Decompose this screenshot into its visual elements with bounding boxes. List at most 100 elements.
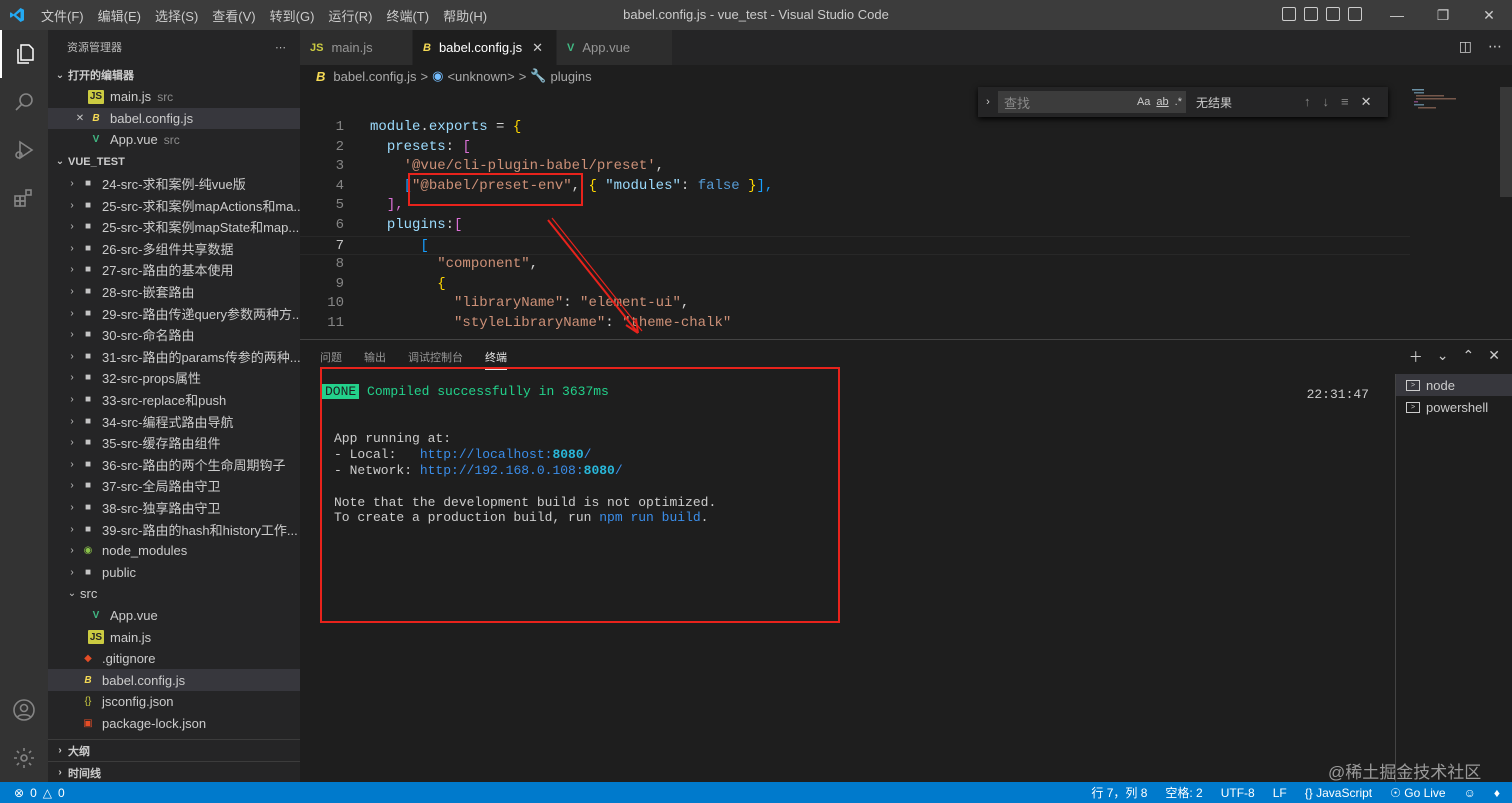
folder-item[interactable]: › ■ 34-src-编程式路由导航 (48, 410, 300, 432)
menu-edit[interactable]: 编辑(E) (91, 6, 148, 25)
folder-name: 25-src-求和案例mapState和map... (102, 220, 300, 236)
folder-item[interactable]: › ■ 33-src-replace和push (48, 389, 300, 411)
breadcrumb-property[interactable]: plugins (550, 69, 591, 84)
folder-item[interactable]: › ■ 25-src-求和案例mapActions和ma... (48, 194, 300, 216)
folder-item[interactable]: › ■ 25-src-求和案例mapState和map... (48, 216, 300, 238)
terminal-item-powershell[interactable]: > powershell (1396, 396, 1512, 418)
folder-icon: ■ (84, 199, 92, 211)
end-of-line[interactable]: LF (1273, 786, 1287, 800)
folder-src[interactable]: ⌄ src (48, 583, 300, 605)
new-terminal-icon[interactable]: ＋ (1409, 347, 1423, 367)
file-item[interactable]: ▣ package-lock.json (48, 713, 300, 735)
find-in-selection-icon[interactable]: ≡ (1341, 94, 1349, 110)
match-case-icon[interactable]: Aa (1137, 96, 1150, 108)
cursor-position[interactable]: 行 7，列 8 (1091, 784, 1147, 801)
close-tab-icon[interactable]: ✕ (532, 40, 543, 56)
toggle-replace-icon[interactable]: › (978, 96, 998, 108)
arrow-up-icon[interactable]: ↑ (1304, 94, 1311, 110)
menu-help[interactable]: 帮助(H) (436, 6, 494, 25)
maximize-panel-icon[interactable]: ⌃ (1463, 347, 1475, 367)
arrow-down-icon[interactable]: ↓ (1323, 94, 1330, 110)
file-item[interactable]: Bbabel.config.js (48, 669, 300, 692)
whole-word-icon[interactable]: ab (1156, 96, 1168, 108)
accounts-icon[interactable] (0, 686, 48, 734)
outline-section[interactable]: › 大纲 (48, 739, 300, 761)
folder-item[interactable]: › ■ 30-src-命名路由 (48, 324, 300, 346)
run-debug-icon[interactable] (0, 126, 48, 174)
encoding[interactable]: UTF-8 (1221, 786, 1255, 800)
folder-item[interactable]: › ■ 37-src-全局路由守卫 (48, 475, 300, 497)
more-actions-icon[interactable]: ⋯ (275, 41, 286, 54)
folder-item[interactable]: › ■ 32-src-props属性 (48, 367, 300, 389)
menu-file[interactable]: 文件(F) (34, 6, 91, 25)
chevron-down-icon: ⌄ (55, 69, 65, 81)
menu-selection[interactable]: 选择(S) (148, 6, 205, 25)
folder-item[interactable]: › ■ 36-src-路由的两个生命周期钩子 (48, 454, 300, 476)
open-editor-item[interactable]: ✕ Bbabel.config.js (48, 107, 300, 130)
language-mode[interactable]: {} JavaScript (1305, 786, 1372, 800)
file-item[interactable]: {} jsconfig.json (48, 691, 300, 713)
extensions-icon[interactable] (0, 174, 48, 222)
folder-public[interactable]: › ■ public (48, 561, 300, 583)
folder-item[interactable]: › ■ 38-src-独享路由守卫 (48, 497, 300, 519)
restore-icon[interactable]: ❐ (1420, 0, 1466, 30)
open-editor-item[interactable]: JS main.js src (48, 86, 300, 108)
customize-layout-icon[interactable] (1348, 7, 1362, 21)
menu-terminal[interactable]: 终端(T) (379, 6, 436, 25)
menu-go[interactable]: 转到(G) (263, 6, 322, 25)
folder-item[interactable]: › ■ 31-src-路由的params传参的两种... (48, 346, 300, 368)
folder-item[interactable]: › ■ 29-src-路由传递query参数两种方... (48, 302, 300, 324)
folder-item[interactable]: › ■ 24-src-求和案例-纯vue版 (48, 173, 300, 195)
search-icon[interactable] (0, 78, 48, 126)
folder-node-modules[interactable]: › ◉ node_modules (48, 540, 300, 562)
folder-item[interactable]: › ■ 27-src-路由的基本使用 (48, 259, 300, 281)
code-editor[interactable]: 1 module.exports = { 2 presets: [ 3 '@vue… (300, 87, 1512, 339)
minimap[interactable] (1408, 87, 1500, 339)
scrollbar-thumb[interactable] (1500, 87, 1512, 197)
file-item[interactable]: ◆ .gitignore (48, 648, 300, 670)
menu-view[interactable]: 查看(V) (205, 6, 262, 25)
toggle-sidebar-icon[interactable] (1282, 7, 1296, 21)
toggle-panel-icon[interactable] (1304, 7, 1318, 21)
close-editor-icon[interactable]: ✕ (72, 113, 88, 124)
chevron-right-icon: › (70, 545, 74, 557)
file-item[interactable]: JS main.js (48, 626, 300, 648)
close-panel-icon[interactable]: ✕ (1488, 347, 1500, 367)
tab-main-js[interactable]: JS main.js (300, 30, 413, 65)
tab-debug-console[interactable]: 调试控制台 (408, 349, 463, 365)
breadcrumb-symbol[interactable]: <unknown> (447, 69, 514, 84)
regex-icon[interactable]: .* (1175, 96, 1182, 108)
folder-item[interactable]: › ■ 28-src-嵌套路由 (48, 281, 300, 303)
go-live-button[interactable]: ☉ Go Live (1390, 786, 1445, 800)
find-input[interactable]: 查找 Aa ab .* (998, 91, 1186, 113)
tab-problems[interactable]: 问题 (320, 349, 342, 365)
folder-item[interactable]: › ■ 35-src-缓存路由组件 (48, 432, 300, 454)
folder-item[interactable]: › ■ 26-src-多组件共享数据 (48, 238, 300, 260)
menu-run[interactable]: 运行(R) (321, 6, 379, 25)
terminal-item-node[interactable]: > node (1396, 374, 1512, 396)
explorer-icon[interactable] (0, 30, 48, 78)
timeline-section[interactable]: › 时间线 (48, 761, 300, 782)
close-window-icon[interactable]: ✕ (1466, 0, 1512, 30)
close-find-icon[interactable]: ✕ (1361, 94, 1372, 110)
toggle-secondary-sidebar-icon[interactable] (1326, 7, 1340, 21)
tab-output[interactable]: 输出 (364, 349, 386, 365)
tab-app-vue[interactable]: V App.vue (557, 30, 673, 65)
folder-item[interactable]: › ■ 39-src-路由的hash和history工作... (48, 518, 300, 540)
indentation[interactable]: 空格: 2 (1165, 784, 1202, 801)
chevron-down-icon[interactable]: ⌄ (1437, 347, 1449, 367)
project-section[interactable]: ⌄ VUE_TEST (48, 151, 300, 173)
split-editor-icon[interactable]: ◫ (1459, 38, 1472, 55)
breadcrumb-file[interactable]: babel.config.js (333, 69, 416, 84)
tab-babel-config[interactable]: Bbabel.config.js ✕ (413, 30, 557, 65)
file-item[interactable]: V App.vue (48, 605, 300, 627)
minimize-icon[interactable]: — (1374, 0, 1420, 30)
manage-gear-icon[interactable] (0, 734, 48, 782)
code-token: module (370, 119, 421, 135)
open-editors-section[interactable]: ⌄ 打开的编辑器 (48, 64, 300, 86)
open-editor-item[interactable]: V App.vue src (48, 129, 300, 151)
problems-status[interactable]: ⊗ 0 △ 0 (0, 786, 65, 800)
more-actions-icon[interactable]: ⋯ (1488, 38, 1502, 55)
notifications-bell-icon[interactable]: ♦ (1494, 786, 1500, 800)
feedback-icon[interactable]: ☺ (1464, 786, 1476, 800)
